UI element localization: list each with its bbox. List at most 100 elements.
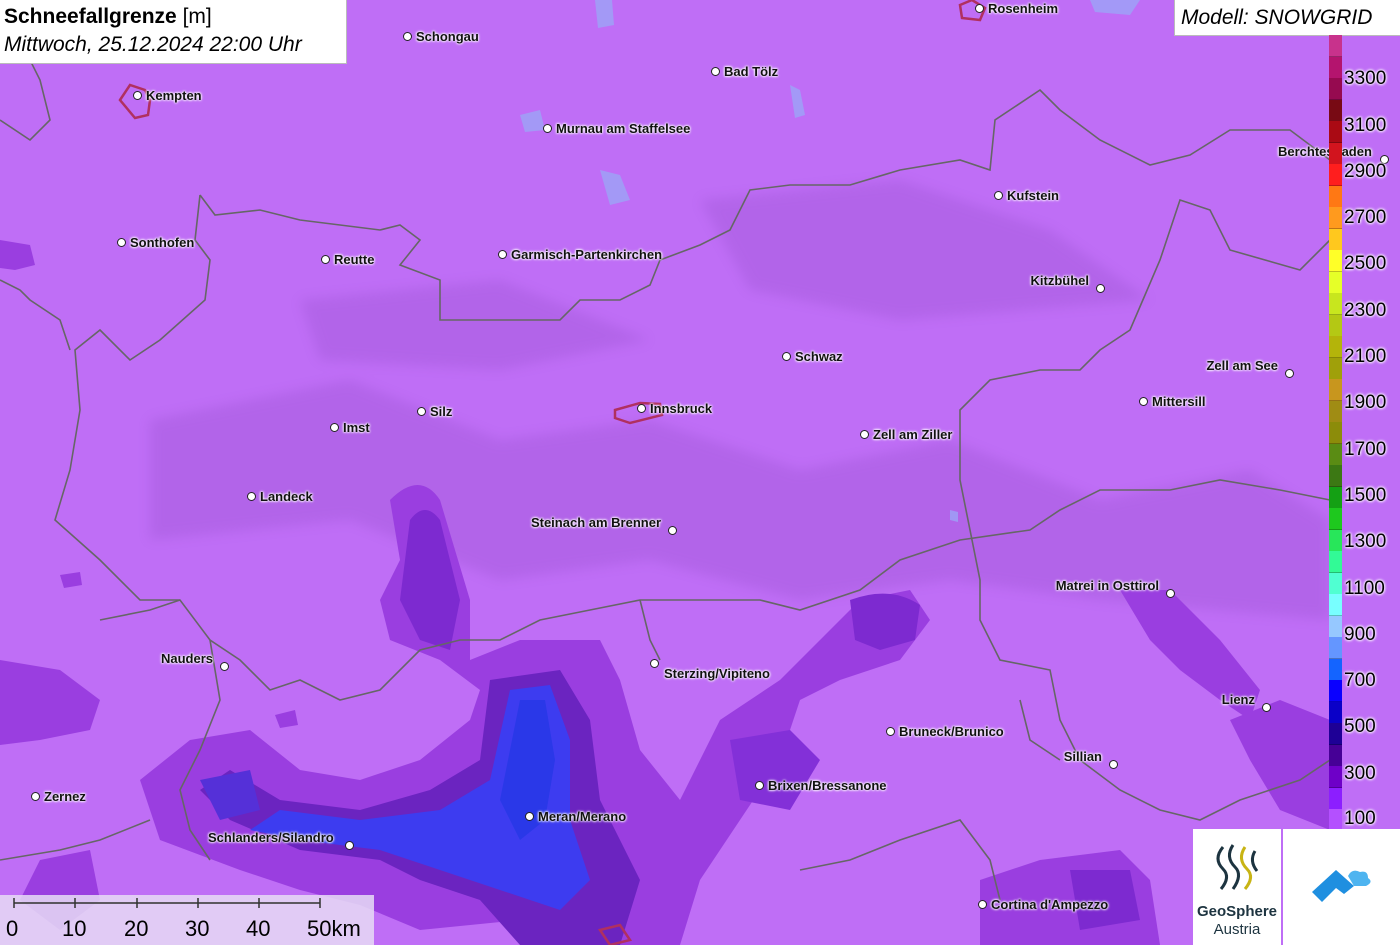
city-marker[interactable] (525, 812, 534, 821)
legend-swatch (1329, 637, 1342, 660)
legend-swatch (1329, 529, 1342, 552)
city-label: Silz (430, 404, 453, 419)
city-label: Rosenheim (988, 1, 1059, 16)
legend-label: 1900 (1344, 392, 1387, 413)
color-legend-bar (1329, 35, 1342, 832)
city-marker[interactable] (330, 423, 339, 432)
model-label: Modell: SNOWGRID (1181, 6, 1373, 29)
legend-label: 1500 (1344, 485, 1387, 506)
city-marker[interactable] (637, 404, 646, 413)
legend-swatch (1329, 185, 1342, 208)
city-marker[interactable] (886, 727, 895, 736)
city-marker[interactable] (543, 124, 552, 133)
scale-label-40: 40 (246, 916, 271, 941)
legend-swatch (1329, 508, 1342, 531)
legend-label: 1300 (1344, 531, 1387, 552)
city-marker[interactable] (668, 526, 677, 535)
city-marker[interactable] (860, 430, 869, 439)
legend-swatch (1329, 701, 1342, 724)
legend-swatch (1329, 486, 1342, 509)
city-label: Innsbruck (650, 401, 713, 416)
city-label: Zell am Ziller (873, 427, 953, 442)
city-label: Sterzing/Vipiteno (664, 666, 770, 681)
city-marker[interactable] (975, 4, 984, 13)
legend-swatch (1329, 465, 1342, 488)
city-marker[interactable] (417, 407, 426, 416)
legend-swatch (1329, 400, 1342, 423)
city-marker[interactable] (782, 352, 791, 361)
legend-swatch (1329, 99, 1342, 122)
city-marker[interactable] (978, 900, 987, 909)
legend-swatch (1329, 35, 1342, 57)
city-label: Schongau (416, 29, 479, 44)
legend-swatch (1329, 357, 1342, 380)
city-label: Lienz (1221, 692, 1255, 707)
legend-swatch (1329, 78, 1342, 101)
scale-label-20: 20 (124, 916, 149, 941)
city-marker[interactable] (117, 238, 126, 247)
city-marker[interactable] (321, 255, 330, 264)
legend-swatch (1329, 680, 1342, 703)
city-marker[interactable] (711, 67, 720, 76)
legend-label: 2300 (1344, 300, 1387, 321)
city-label: Imst (343, 420, 370, 435)
legend-swatch (1329, 207, 1342, 230)
legend-swatch (1329, 766, 1342, 789)
city-marker[interactable] (650, 659, 659, 668)
city-label: Sonthofen (130, 235, 195, 250)
geosphere-emblem-icon (1216, 844, 1259, 890)
city-marker[interactable] (1166, 589, 1175, 598)
legend-swatch (1329, 142, 1342, 165)
city-label: Kitzbühel (1030, 273, 1090, 288)
city-label: Bruneck/Brunico (899, 724, 1004, 739)
city-label: Zernez (44, 789, 86, 804)
legend-label: 300 (1344, 763, 1376, 784)
legend-label: 3100 (1344, 115, 1387, 136)
legend-label: 1700 (1344, 439, 1387, 460)
snowfall-line-map[interactable] (0, 0, 1400, 945)
city-marker[interactable] (403, 32, 412, 41)
city-label: Schwaz (795, 349, 843, 364)
city-label: Berchtesgaden (1278, 144, 1372, 159)
legend-swatch (1329, 723, 1342, 746)
legend-swatch (1329, 594, 1342, 617)
city-marker[interactable] (1285, 369, 1294, 378)
legend-swatch (1329, 572, 1342, 595)
city-marker[interactable] (1109, 760, 1118, 769)
legend-label: 3300 (1344, 68, 1387, 89)
city-marker[interactable] (133, 91, 142, 100)
scale-label-50km: 50km (307, 916, 361, 941)
legend-swatch (1329, 379, 1342, 402)
legend-swatch (1329, 293, 1342, 316)
map-title: Schneefallgrenze [m] (4, 5, 212, 29)
city-label: Kempten (146, 88, 202, 103)
app-logo[interactable] (1283, 829, 1400, 945)
city-marker[interactable] (220, 662, 229, 671)
city-label: Nauders (160, 651, 213, 666)
legend-swatch (1329, 422, 1342, 445)
city-marker[interactable] (345, 841, 354, 850)
legend-label: 2500 (1344, 253, 1387, 274)
legend-swatch (1329, 787, 1342, 810)
legend-label: 900 (1344, 624, 1376, 645)
legend-label: 1100 (1344, 578, 1385, 599)
legend-label: 100 (1344, 808, 1376, 829)
city-marker[interactable] (31, 792, 40, 801)
city-label: Sillian (1063, 749, 1102, 764)
title-unit: [m] (182, 5, 212, 28)
city-label: Landeck (260, 489, 313, 504)
city-marker[interactable] (247, 492, 256, 501)
legend-swatch (1329, 164, 1342, 187)
city-marker[interactable] (1139, 397, 1148, 406)
geosphere-logo-subtext: Austria (1213, 921, 1261, 938)
city-marker[interactable] (994, 191, 1003, 200)
legend-label: 2100 (1344, 346, 1387, 367)
city-marker[interactable] (498, 250, 507, 259)
city-marker[interactable] (1262, 703, 1271, 712)
city-label: Schlanders/Silandro (208, 830, 334, 845)
legend-swatch (1329, 744, 1342, 767)
city-marker[interactable] (1096, 284, 1105, 293)
legend-swatch (1329, 615, 1342, 638)
city-label: Brixen/Bressanone (768, 778, 887, 793)
city-marker[interactable] (755, 781, 764, 790)
